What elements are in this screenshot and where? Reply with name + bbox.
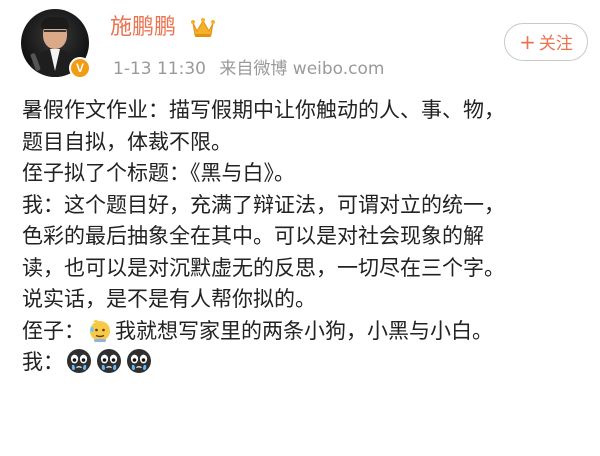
verified-badge-label: V (75, 61, 84, 75)
crown-icon (191, 18, 215, 37)
crying-face-emoji-icon (67, 349, 91, 373)
post-line: 侄子拟了个标题：《黑与白》。 (22, 161, 295, 185)
weibo-post: V 施鹏鹏 1-13 11:30 来自微博 weibo.com + 关注 暑假作文… (0, 0, 600, 456)
nephew-prefix: 侄子： (22, 318, 85, 343)
crying-face-emoji-icon (97, 349, 121, 373)
post-timestamp: 1-13 11:30 (113, 59, 206, 79)
follow-plus-icon: + (519, 30, 536, 54)
me-prefix: 我： (22, 350, 64, 374)
avatar-hair (41, 17, 69, 29)
post-line: 题目自拟，体裁不限。 (22, 129, 232, 154)
nephew-text: 我就想写家里的两条小狗，小黑与小白。 (115, 318, 493, 343)
post-content: 暑假作文作业：描写假期中让你触动的人、事、物， 题目自拟，体裁不限。 侄子拟了个… (22, 95, 590, 379)
post-line: 色彩的最后抽象全在其中。可以是对社会现象的解 (22, 224, 484, 248)
nephew-reply-line: 侄子： 我就想写家里的两条小狗，小黑与小白。 (22, 316, 590, 348)
post-source[interactable]: 来自微博 weibo.com (219, 59, 384, 79)
post-line: 说实话，是不是有人帮你拟的。 (22, 287, 316, 311)
sweat-emoji-icon (90, 319, 110, 342)
verified-v-icon: V (69, 57, 91, 79)
crying-face-emoji-icon (127, 349, 151, 373)
follow-button[interactable]: + 关注 (504, 23, 588, 61)
post-meta: 1-13 11:30 来自微博 weibo.com (113, 58, 393, 80)
post-line: 我：这个题目好，充满了辩证法，可谓对立的统一， (22, 192, 505, 217)
post-line: 暑假作文作业：描写假期中让你触动的人、事、物， (22, 98, 505, 122)
post-line: 读，也可以是对沉默虚无的反思，一切尽在三个字。 (22, 255, 505, 280)
user-name[interactable]: 施鹏鹏 (110, 13, 176, 43)
avatar-glasses (44, 30, 66, 38)
follow-label: 关注 (538, 34, 573, 54)
my-reply-line: 我： (22, 347, 590, 379)
